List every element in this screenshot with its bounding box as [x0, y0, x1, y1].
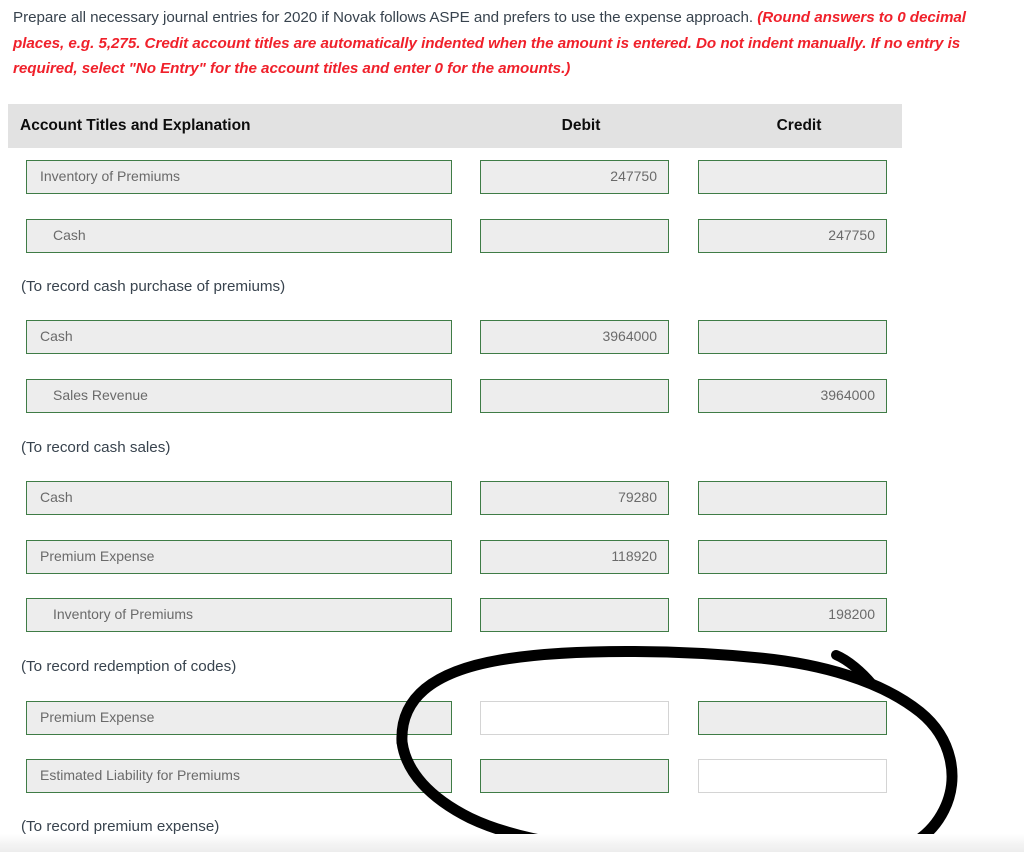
debit-amount-input[interactable]	[480, 379, 669, 413]
table-row: Inventory of Premiums 198200	[0, 598, 1024, 632]
credit-amount-input[interactable]	[698, 701, 887, 735]
debit-amount-input[interactable]: 3964000	[480, 320, 669, 354]
table-row: Cash 3964000	[0, 320, 1024, 354]
table-row: Inventory of Premiums 247750	[0, 160, 1024, 194]
credit-amount-input[interactable]	[698, 320, 887, 354]
table-row: Sales Revenue 3964000	[0, 379, 1024, 413]
credit-amount-input[interactable]	[698, 160, 887, 194]
table-row: Cash 79280	[0, 481, 1024, 515]
debit-amount-input[interactable]	[480, 219, 669, 253]
account-title-select[interactable]: Inventory of Premiums	[26, 160, 452, 194]
table-row: Cash 247750	[0, 219, 1024, 253]
debit-amount-input[interactable]: 247750	[480, 160, 669, 194]
credit-amount-input[interactable]	[698, 759, 887, 793]
account-title-select[interactable]: Inventory of Premiums	[26, 598, 452, 632]
entry-explanation-caption: (To record cash purchase of premiums)	[21, 278, 286, 295]
entry-explanation-caption: (To record redemption of codes)	[21, 658, 237, 675]
credit-amount-input[interactable]: 247750	[698, 219, 887, 253]
table-row: Estimated Liability for Premiums	[0, 759, 1024, 793]
page-root: Prepare all necessary journal entries fo…	[0, 0, 1024, 852]
bottom-fade-band	[0, 834, 1024, 852]
account-title-select[interactable]: Premium Expense	[26, 701, 452, 735]
account-title-select[interactable]: Cash	[26, 219, 452, 253]
account-title-select[interactable]: Cash	[26, 320, 452, 354]
debit-amount-input[interactable]	[480, 598, 669, 632]
credit-amount-input[interactable]: 3964000	[698, 379, 887, 413]
account-title-select[interactable]: Estimated Liability for Premiums	[26, 759, 452, 793]
account-title-select[interactable]: Sales Revenue	[26, 379, 452, 413]
table-row: Premium Expense 118920	[0, 540, 1024, 574]
credit-amount-input[interactable]: 198200	[698, 598, 887, 632]
table-row: Premium Expense	[0, 701, 1024, 735]
debit-amount-input[interactable]: 79280	[480, 481, 669, 515]
debit-amount-input[interactable]	[480, 759, 669, 793]
account-title-select[interactable]: Cash	[26, 481, 452, 515]
credit-amount-input[interactable]	[698, 540, 887, 574]
credit-amount-input[interactable]	[698, 481, 887, 515]
journal-entry-rows: Inventory of Premiums 247750 Cash 247750 (To…	[0, 0, 1024, 852]
debit-amount-input[interactable]	[480, 701, 669, 735]
debit-amount-input[interactable]: 118920	[480, 540, 669, 574]
entry-explanation-caption: (To record cash sales)	[21, 439, 171, 456]
account-title-select[interactable]: Premium Expense	[26, 540, 452, 574]
